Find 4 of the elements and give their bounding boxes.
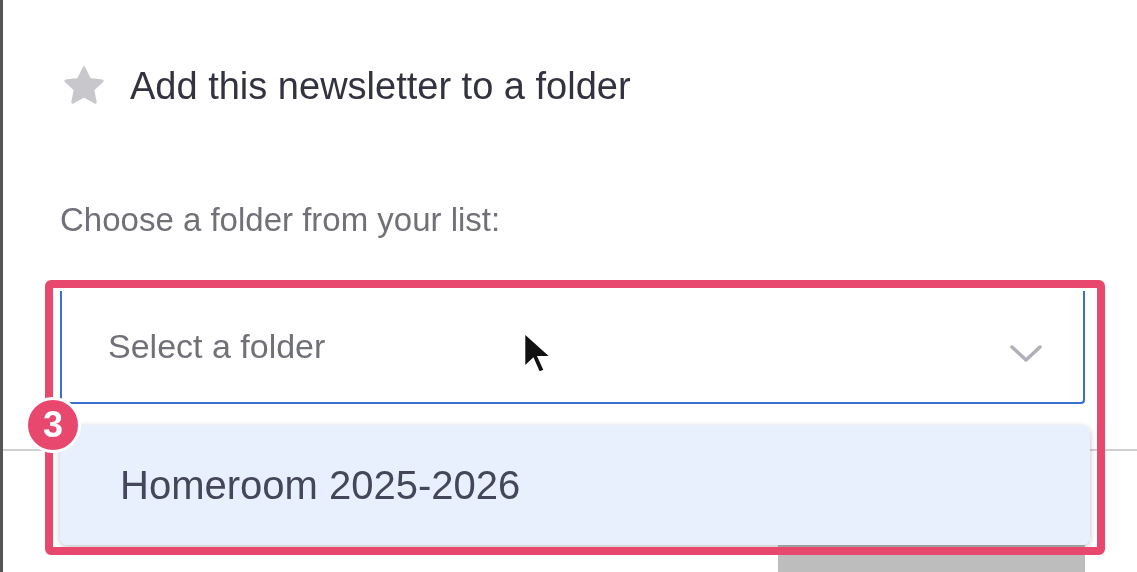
chevron-down-icon: [1009, 343, 1043, 364]
dialog-title: Add this newsletter to a folder: [130, 64, 631, 108]
step-badge: 3: [25, 397, 81, 453]
field-label: Choose a folder from your list:: [60, 201, 502, 239]
